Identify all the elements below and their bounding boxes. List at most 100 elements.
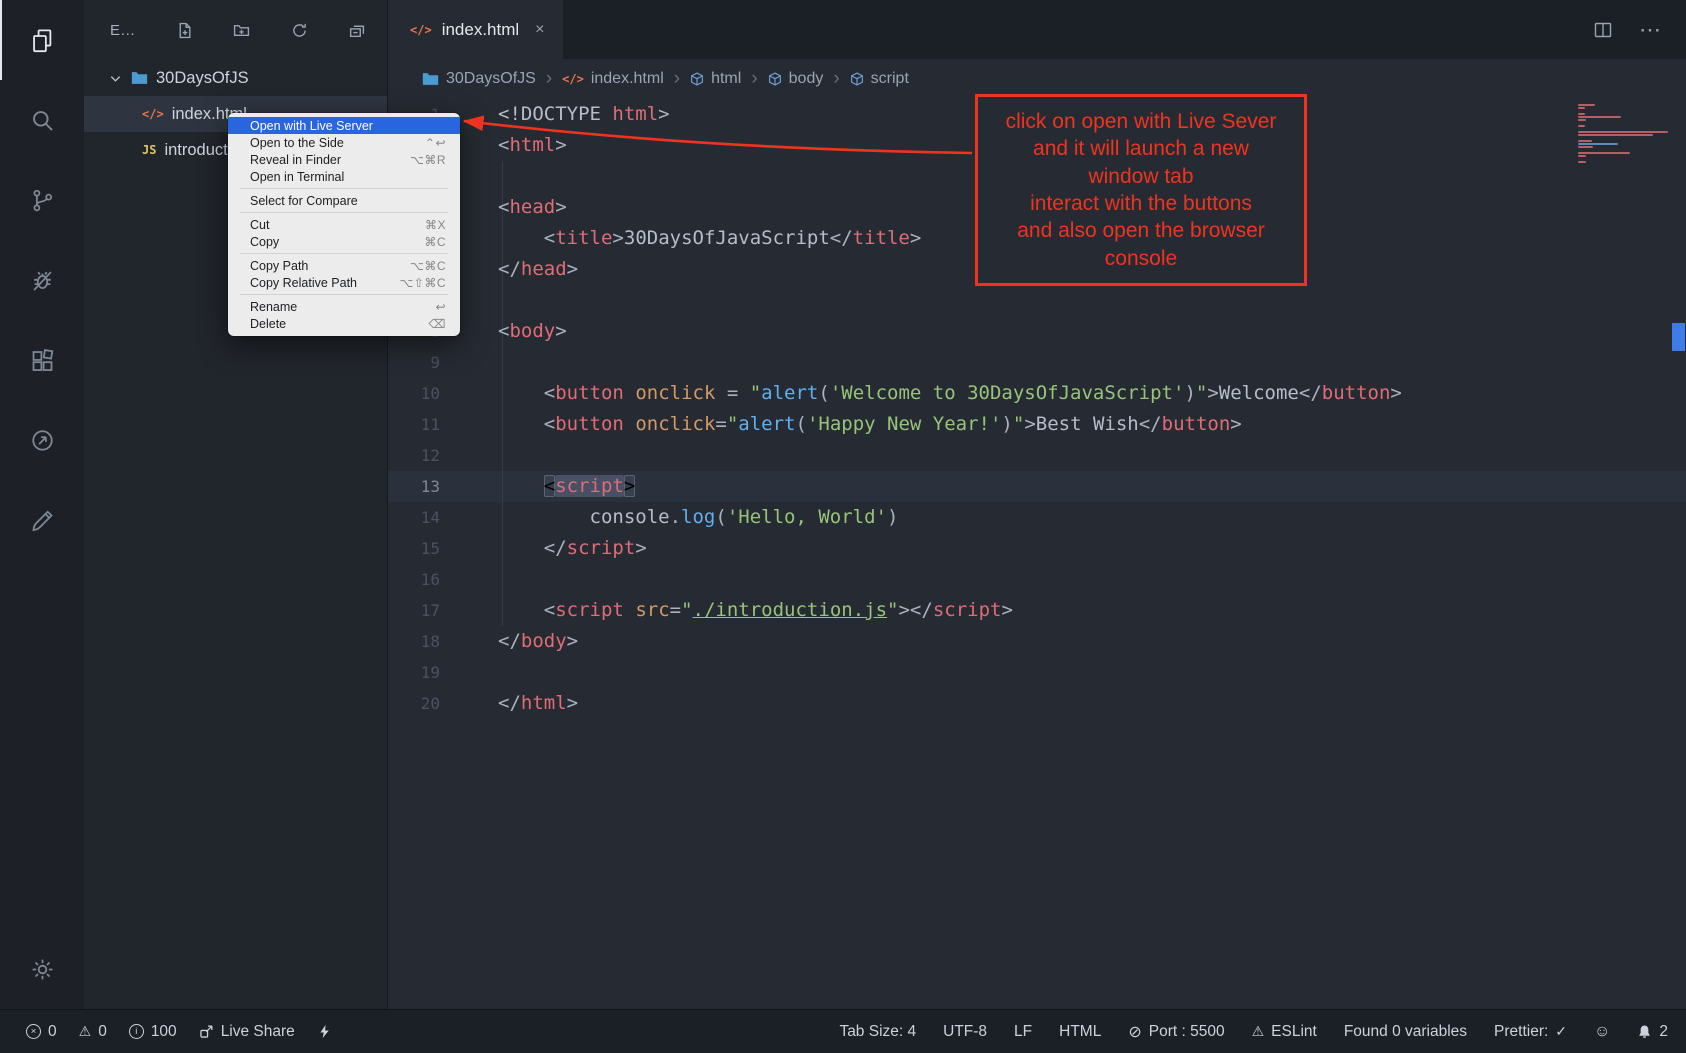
minimap[interactable] (1578, 104, 1670, 163)
circle-x-icon: × (26, 1024, 41, 1039)
line-content (460, 657, 498, 688)
status-tab-size-label: Tab Size: 4 (839, 1023, 916, 1041)
status-problems-warnings[interactable]: ⚠0 (79, 1023, 107, 1041)
code-line-10[interactable]: 10 <button onclick = "alert('Welcome to … (388, 378, 1686, 409)
code-line-20[interactable]: 20</html> (388, 688, 1686, 719)
menu-item-delete[interactable]: Delete⌫ (228, 315, 460, 332)
status-problems-errors-label: 0 (48, 1023, 57, 1041)
explorer-header: E… (84, 0, 387, 60)
code-line-7[interactable]: 7 (388, 285, 1686, 316)
minimap-line (1578, 113, 1585, 115)
menu-item-label: Copy (250, 235, 424, 249)
menu-item-label: Open to the Side (250, 136, 425, 150)
code-line-12[interactable]: 12 (388, 440, 1686, 471)
feedback-pen-icon[interactable] (0, 480, 84, 560)
menu-item-open-in-terminal[interactable]: Open in Terminal (228, 168, 460, 185)
close-icon[interactable]: × (535, 21, 544, 39)
menu-item-rename[interactable]: Rename↩ (228, 298, 460, 315)
annotation-line: window tab (1088, 163, 1193, 190)
code-line-16[interactable]: 16 (388, 564, 1686, 595)
line-content: console.log('Hello, World') (460, 502, 898, 533)
status-language-mode[interactable]: HTML (1059, 1023, 1101, 1041)
status-live-server-port[interactable]: ⊘Port : 5500 (1128, 1022, 1224, 1042)
html-file-icon: </> (562, 72, 584, 86)
status-quick-action[interactable] (317, 1024, 332, 1039)
menu-item-copy[interactable]: Copy⌘C (228, 233, 460, 250)
menu-item-copy-relative-path[interactable]: Copy Relative Path⌥⇧⌘C (228, 274, 460, 291)
tab-index-html[interactable]: </> index.html × (388, 0, 563, 59)
status-eol[interactable]: LF (1014, 1023, 1032, 1041)
extensions-icon[interactable] (0, 320, 84, 400)
breadcrumb-label: html (711, 70, 741, 88)
line-content: <html> (460, 130, 567, 161)
status-live-share-label: Live Share (221, 1023, 295, 1041)
status-bar: ×0⚠0i100Live Share Tab Size: 4UTF-8LFHTM… (0, 1009, 1686, 1053)
menu-item-shortcut: ⌘X (425, 218, 446, 232)
new-folder-icon[interactable] (233, 22, 250, 39)
search-icon[interactable] (0, 80, 84, 160)
menu-item-open-to-the-side[interactable]: Open to the Side⌃↩ (228, 134, 460, 151)
breadcrumb-item-body[interactable]: body (768, 70, 824, 88)
new-file-icon[interactable] (176, 22, 193, 39)
line-content: </body> (460, 626, 578, 657)
settings-gear-icon[interactable] (0, 929, 84, 1009)
code-line-9[interactable]: 9 (388, 347, 1686, 378)
minimap-line (1578, 116, 1621, 118)
breadcrumb-item-html[interactable]: html (690, 70, 741, 88)
menu-item-shortcut: ⌥⌘C (410, 259, 446, 273)
code-line-11[interactable]: 11 <button onclick="alert('Happy New Yea… (388, 409, 1686, 440)
bell-icon (1637, 1024, 1652, 1039)
code-line-17[interactable]: 17 <script src="./introduction.js"></scr… (388, 595, 1686, 626)
minimap-line (1578, 155, 1586, 157)
line-content: <!DOCTYPE html> (460, 99, 670, 130)
annotation-line: and also open the browser (1017, 217, 1265, 244)
refresh-icon[interactable] (291, 22, 308, 39)
html-file-icon: </> (410, 23, 432, 37)
menu-item-label: Open with Live Server (250, 119, 446, 133)
status-problems-info[interactable]: i100 (129, 1023, 177, 1041)
code-line-13[interactable]: 13 <script> (388, 471, 1686, 502)
menu-item-copy-path[interactable]: Copy Path⌥⌘C (228, 257, 460, 274)
explorer-icon[interactable] (0, 0, 84, 80)
code-line-14[interactable]: 14 console.log('Hello, World') (388, 502, 1686, 533)
more-actions-icon[interactable]: ⋯ (1639, 17, 1662, 43)
code-line-19[interactable]: 19 (388, 657, 1686, 688)
menu-item-reveal-in-finder[interactable]: Reveal in Finder⌥⌘R (228, 151, 460, 168)
flash-icon (317, 1024, 332, 1039)
warning-icon: ⚠ (79, 1023, 92, 1040)
live-share-icon[interactable] (0, 400, 84, 480)
code-line-18[interactable]: 18</body> (388, 626, 1686, 657)
smiley-icon: ☺ (1594, 1023, 1610, 1041)
code-line-8[interactable]: 8<body> (388, 316, 1686, 347)
split-editor-icon[interactable] (1593, 20, 1613, 40)
breadcrumb-separator: › (751, 68, 757, 90)
menu-separator (240, 188, 448, 189)
status-variables-label: Found 0 variables (1344, 1023, 1467, 1041)
minimap-line (1578, 107, 1585, 109)
menu-item-cut[interactable]: Cut⌘X (228, 216, 460, 233)
run-and-debug-icon[interactable] (0, 240, 84, 320)
status-problems-errors[interactable]: ×0 (26, 1023, 57, 1041)
status-prettier[interactable]: Prettier:✓ (1494, 1023, 1567, 1041)
status-notifications-bell[interactable]: 2 (1637, 1023, 1668, 1041)
check-icon: ✓ (1555, 1023, 1567, 1040)
breadcrumb-item-file[interactable]: </> index.html (562, 70, 664, 88)
collapse-folders-icon[interactable] (348, 22, 365, 39)
menu-item-select-for-compare[interactable]: Select for Compare (228, 192, 460, 209)
menu-item-label: Copy Relative Path (250, 276, 399, 290)
source-control-icon[interactable] (0, 160, 84, 240)
menu-item-open-with-live-server[interactable]: Open with Live Server (228, 117, 460, 134)
status-variables[interactable]: Found 0 variables (1344, 1023, 1467, 1041)
menu-item-shortcut: ↩ (435, 300, 446, 314)
status-tab-size[interactable]: Tab Size: 4 (839, 1023, 916, 1041)
share-icon (199, 1024, 214, 1039)
context-menu: Open with Live ServerOpen to the Side⌃↩R… (228, 113, 460, 336)
breadcrumb-item-folder[interactable]: 30DaysOfJS (422, 70, 536, 88)
breadcrumb-item-script[interactable]: script (850, 70, 909, 88)
status-live-share[interactable]: Live Share (199, 1023, 295, 1041)
status-eslint[interactable]: ⚠ESLint (1252, 1023, 1317, 1041)
status-encoding[interactable]: UTF-8 (943, 1023, 987, 1041)
code-line-15[interactable]: 15 </script> (388, 533, 1686, 564)
status-feedback-smiley[interactable]: ☺ (1594, 1023, 1610, 1041)
tree-item-root-folder[interactable]: 30DaysOfJS (84, 60, 387, 96)
